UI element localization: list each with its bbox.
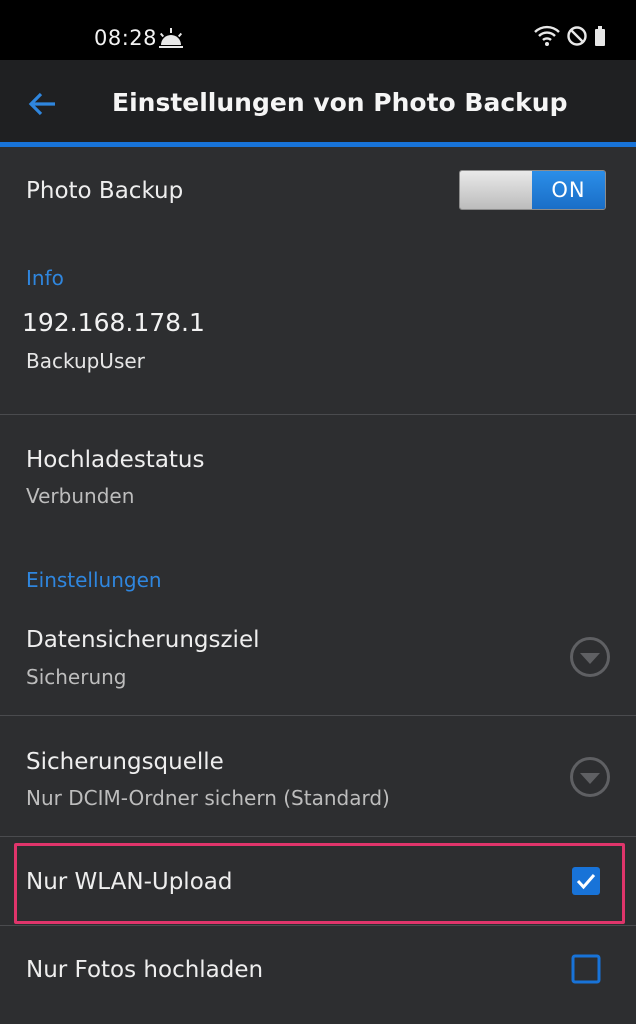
photo-backup-label: Photo Backup (26, 178, 184, 204)
settings-section-label: Einstellungen (26, 568, 162, 592)
toggle-on-label: ON (532, 171, 605, 209)
page-title: Einstellungen von Photo Backup (112, 88, 568, 117)
backup-source-value: Nur DCIM-Ordner sichern (Standard) (26, 786, 390, 810)
backup-user: BackupUser (26, 349, 145, 373)
battery-icon (595, 26, 605, 46)
upload-status-title: Hochladestatus (26, 447, 205, 473)
photos-only-checkbox[interactable] (571, 954, 601, 984)
photos-only-title: Nur Fotos hochladen (26, 957, 264, 983)
toggle-knob (460, 171, 532, 209)
divider (0, 925, 636, 926)
wifi-only-title: Nur WLAN-Upload (26, 869, 233, 895)
status-icons (534, 25, 606, 47)
wifi-only-checkbox[interactable] (571, 866, 601, 896)
ip-address: 192.168.178.1 (22, 308, 205, 337)
divider (0, 715, 636, 716)
chevron-down-circle-icon[interactable] (569, 756, 611, 798)
status-time: 08:28 (94, 26, 158, 50)
chevron-down-circle-icon[interactable] (569, 636, 611, 678)
backup-source-title: Sicherungsquelle (26, 749, 224, 775)
backup-target-value: Sicherung (26, 665, 127, 689)
status-bar: 08:28 (0, 0, 636, 60)
wifi-icon (534, 25, 560, 46)
do-not-disturb-icon (567, 26, 587, 46)
divider (0, 414, 636, 415)
backup-target-title: Datensicherungsziel (26, 627, 260, 653)
photo-backup-toggle[interactable]: ON (459, 170, 606, 210)
arrow-left-icon[interactable] (24, 86, 60, 122)
info-section-label: Info (26, 266, 64, 290)
upload-status-value: Verbunden (26, 484, 135, 508)
app-bar-accent-line (0, 142, 636, 147)
weather-sunrise-icon (159, 28, 183, 48)
divider (0, 836, 636, 837)
